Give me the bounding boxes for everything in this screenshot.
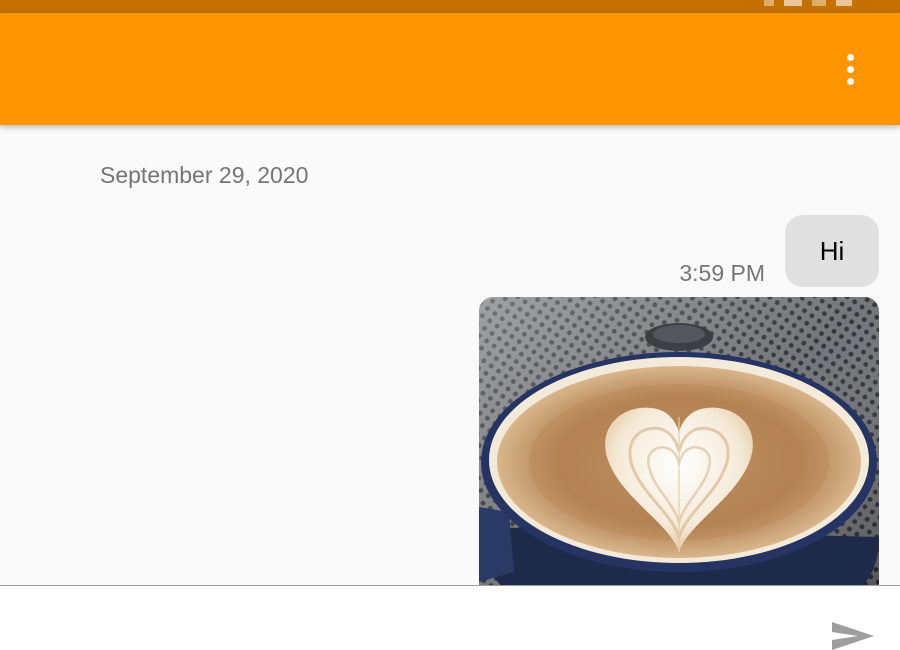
more-vert-icon-dot	[846, 77, 854, 85]
status-bar	[0, 0, 900, 13]
chat-screen: September 29, 2020 3:59 PM Hi	[0, 0, 900, 650]
date-header: September 29, 2020	[100, 162, 309, 188]
message-list[interactable]: September 29, 2020 3:59 PM Hi	[0, 125, 900, 585]
message-text: Hi	[819, 235, 845, 266]
compose-bar	[0, 585, 900, 650]
outgoing-message-bubble[interactable]: Hi	[785, 215, 879, 287]
message-input[interactable]	[20, 596, 804, 642]
more-vert-icon-dot	[846, 65, 854, 73]
wifi-icon	[812, 0, 826, 6]
signal-icon	[764, 0, 774, 6]
app-bar	[0, 13, 900, 125]
more-vert-icon-dot	[846, 53, 854, 61]
battery-icon	[836, 0, 852, 6]
image-message[interactable]	[479, 297, 879, 585]
network-icon	[784, 0, 802, 6]
message-timestamp: 3:59 PM	[679, 260, 765, 286]
status-icons	[764, 0, 852, 6]
more-options-button[interactable]	[834, 49, 866, 89]
send-icon[interactable]	[828, 616, 878, 650]
latte-photo	[479, 297, 879, 585]
